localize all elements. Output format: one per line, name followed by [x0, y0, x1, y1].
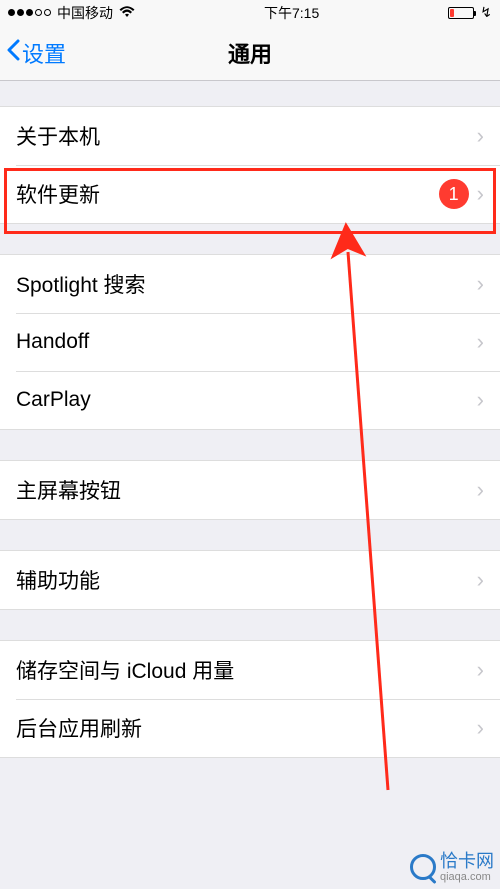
chevron-right-icon: › — [477, 387, 484, 413]
row-home-button[interactable]: 主屏幕按钮 › — [0, 461, 500, 519]
watermark-url: qiaqa.com — [440, 872, 494, 883]
row-accessibility[interactable]: 辅助功能 › — [0, 551, 500, 609]
chevron-right-icon: › — [477, 329, 484, 355]
row-spotlight-search[interactable]: Spotlight 搜索 › — [0, 255, 500, 313]
list-group: 主屏幕按钮 › — [0, 460, 500, 520]
page-title: 通用 — [228, 37, 272, 69]
back-button[interactable]: 设置 — [0, 37, 66, 69]
wifi-icon — [119, 5, 135, 21]
row-label: CarPlay — [16, 388, 469, 412]
list-group: 储存空间与 iCloud 用量 › 后台应用刷新 › — [0, 640, 500, 758]
charging-icon: ↯ — [480, 4, 492, 21]
row-label: Handoff — [16, 330, 469, 354]
carrier-label: 中国移动 — [57, 3, 113, 23]
signal-strength-icon — [8, 9, 51, 16]
status-bar: 中国移动 下午7:15 ↯ — [0, 0, 500, 25]
row-handoff[interactable]: Handoff › — [0, 313, 500, 371]
chevron-right-icon: › — [477, 271, 484, 297]
row-label: 主屏幕按钮 — [16, 475, 469, 505]
row-label: 储存空间与 iCloud 用量 — [16, 655, 469, 685]
row-software-update[interactable]: 软件更新 1 › — [0, 165, 500, 223]
list-group: 关于本机 › 软件更新 1 › — [0, 106, 500, 224]
status-time: 下午7:15 — [264, 3, 319, 23]
chevron-left-icon — [6, 39, 20, 67]
row-label: 软件更新 — [16, 179, 439, 209]
row-label: 后台应用刷新 — [16, 713, 469, 743]
row-background-refresh[interactable]: 后台应用刷新 › — [0, 699, 500, 757]
row-about[interactable]: 关于本机 › — [0, 107, 500, 165]
status-left: 中国移动 — [8, 3, 135, 23]
back-label: 设置 — [22, 37, 66, 69]
chevron-right-icon: › — [477, 181, 484, 207]
list-group: Spotlight 搜索 › Handoff › CarPlay › — [0, 254, 500, 430]
chevron-right-icon: › — [477, 477, 484, 503]
row-label: 关于本机 — [16, 121, 469, 151]
chevron-right-icon: › — [477, 567, 484, 593]
battery-icon — [448, 7, 474, 19]
chevron-right-icon: › — [477, 715, 484, 741]
watermark: 恰卡网 qiaqa.com — [410, 851, 494, 883]
status-right: ↯ — [448, 4, 492, 21]
navigation-bar: 设置 通用 — [0, 25, 500, 81]
list-group: 辅助功能 › — [0, 550, 500, 610]
notification-badge: 1 — [439, 179, 469, 209]
chevron-right-icon: › — [477, 657, 484, 683]
watermark-logo-icon — [410, 854, 436, 880]
watermark-name: 恰卡网 — [440, 851, 494, 871]
row-storage-icloud[interactable]: 储存空间与 iCloud 用量 › — [0, 641, 500, 699]
row-label: Spotlight 搜索 — [16, 269, 469, 299]
row-carplay[interactable]: CarPlay › — [0, 371, 500, 429]
chevron-right-icon: › — [477, 123, 484, 149]
row-label: 辅助功能 — [16, 565, 469, 595]
